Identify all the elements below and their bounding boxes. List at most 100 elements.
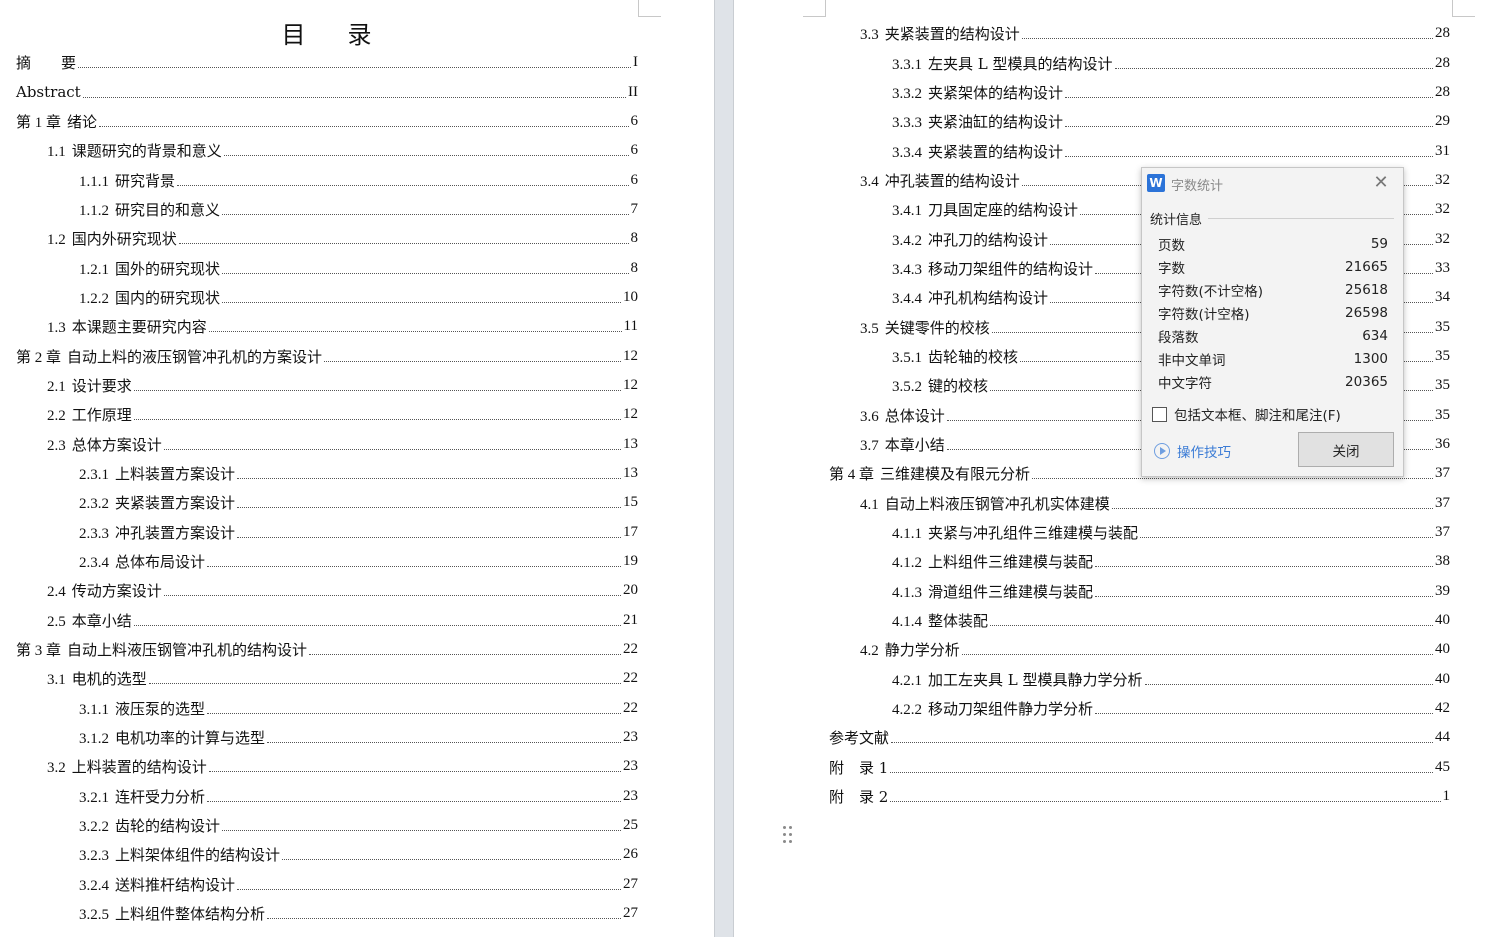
toc-entry-label: 3.4 冲孔装置的结构设计 (860, 170, 1020, 191)
close-icon[interactable]: ✕ (1371, 173, 1391, 193)
toc-entry[interactable]: 1.2 国内外研究现状 8 (16, 224, 638, 253)
drag-handle-icon[interactable] (783, 826, 795, 848)
toc-entry-text: 夹紧与冲孔组件三维建模与装配 (928, 524, 1139, 543)
toc-entry-text: 国内外研究现状 (71, 230, 177, 249)
toc-entry[interactable]: 3.1.2 电机功率的计算与选型 23 (16, 723, 638, 752)
toc-entry[interactable]: 3.3.2 夹紧架体的结构设计 28 (829, 78, 1450, 107)
toc-entry-text: 参考文献 (829, 729, 890, 748)
toc-entry[interactable]: 3.1.1 液压泵的选型 22 (16, 694, 638, 723)
toc-entry-page-number: 22 (623, 670, 638, 687)
toc-entry[interactable]: 3.1 电机的选型 22 (16, 664, 638, 693)
toc-entry-label: Abstract (16, 83, 81, 101)
toc-entry-text: 总体设计 (884, 406, 945, 425)
toc-entry-text: 冲孔装置方案设计 (115, 523, 236, 542)
toc-entry[interactable]: 3.3.4 夹紧装置的结构设计 31 (829, 136, 1450, 165)
statistics-group-header: 统计信息 (1150, 209, 1394, 228)
toc-entry-text: 摘 要 (16, 54, 77, 73)
toc-entry[interactable]: 4.1.3 滑道组件三维建模与装配 39 (829, 577, 1450, 606)
toc-entry-number: 2.3.4 (79, 555, 109, 572)
toc-entry[interactable]: 3.2.3 上料架体组件的结构设计 26 (16, 840, 638, 869)
toc-entry-number: 3.2 (47, 760, 66, 777)
toc-entry[interactable]: 2.2 工作原理 12 (16, 400, 638, 429)
toc-entry[interactable]: Abstract II (16, 77, 638, 106)
toc-entry[interactable]: 1.1.2 研究目的和意义 7 (16, 195, 638, 224)
toc-entry-number: 3.7 (860, 437, 879, 454)
statistic-value: 59 (1370, 235, 1388, 252)
toc-entry[interactable]: 1.2.2 国内的研究现状 10 (16, 283, 638, 312)
toc-entry[interactable]: 第 2 章自动上料的液压钢管冲孔机的方案设计 12 (16, 341, 638, 370)
toc-entry[interactable]: 2.1 设计要求 12 (16, 371, 638, 400)
toc-entry[interactable]: 3.3.1 左夹具 L 型模具的结构设计 28 (829, 48, 1450, 77)
toc-entry-text: 液压泵的选型 (115, 699, 206, 718)
toc-entry[interactable]: 2.3.2 夹紧装置方案设计 15 (16, 488, 638, 517)
toc-entry[interactable]: 2.4 传动方案设计 20 (16, 576, 638, 605)
toc-entry[interactable]: 2.3 总体方案设计 13 (16, 429, 638, 458)
toc-entry[interactable]: 3.2.4 送料推杆结构设计 27 (16, 870, 638, 899)
toc-entry-text: 本章小结 (71, 611, 132, 630)
include-textbox-footnote-option[interactable]: 包括文本框、脚注和尾注(F) (1152, 404, 1341, 424)
dialog-titlebar[interactable]: W 字数统计 ✕ (1142, 168, 1403, 198)
toc-entry[interactable]: 3.2.1 连杆受力分析 23 (16, 782, 638, 811)
toc-entry-page-number: 23 (623, 787, 638, 804)
toc-entry-page-number: 25 (623, 817, 638, 834)
close-button[interactable]: 关闭 (1298, 432, 1394, 467)
toc-entry-label: 4.1.4 整体装配 (892, 610, 988, 631)
toc-entry-text: 研究背景 (115, 171, 176, 190)
toc-entry[interactable]: 3.2.5 上料组件整体结构分析 27 (16, 899, 638, 928)
include-textbox-footnote-label[interactable]: 包括文本框、脚注和尾注(F) (1174, 404, 1341, 424)
toc-entry-label: 2.4 传动方案设计 (47, 580, 162, 601)
toc-entry-page-number: 8 (630, 230, 639, 247)
toc-entry-label: 第 2 章自动上料的液压钢管冲孔机的方案设计 (16, 346, 322, 367)
toc-entry[interactable]: 4.1 自动上料液压钢管冲孔机实体建模 37 (829, 489, 1450, 518)
toc-entry[interactable]: 4.1.2 上料组件三维建模与装配 38 (829, 547, 1450, 576)
toc-entry[interactable]: 第 3 章自动上料液压钢管冲孔机的结构设计 22 (16, 635, 638, 664)
toc-entry[interactable]: 1.2.1 国外的研究现状 8 (16, 253, 638, 282)
toc-entry[interactable]: 附 录 1 45 (829, 753, 1450, 782)
toc-entry[interactable]: 2.5 本章小结 21 (16, 606, 638, 635)
toc-entry[interactable]: 4.1.4 整体装配 40 (829, 606, 1450, 635)
toc-entry-number: 3.2.4 (79, 877, 109, 894)
toc-entry[interactable]: 4.1.1 夹紧与冲孔组件三维建模与装配 37 (829, 518, 1450, 547)
toc-entry[interactable]: 4.2.1 加工左夹具 L 型模具静力学分析 40 (829, 665, 1450, 694)
toc-dot-leader (237, 888, 621, 890)
toc-entry[interactable]: 1.3 本课题主要研究内容 11 (16, 312, 638, 341)
document-page-left: 目录 摘 要 I Abstract II 第 1 章绪论 6 1.1 课题研究的背景和意义 6 1… (0, 0, 714, 937)
table-of-contents-left: 摘 要 I Abstract II 第 1 章绪论 6 1.1 课题研究的背景和意义 6 1.1.… (16, 48, 638, 928)
include-textbox-footnote-checkbox[interactable] (1152, 406, 1167, 422)
toc-entry-text: 电机功率的计算与选型 (115, 729, 266, 748)
statistic-value: 1300 (1353, 350, 1388, 367)
toc-entry-page-number: 35 (1435, 406, 1450, 423)
toc-entry-page-number: 36 (1435, 435, 1450, 452)
toc-entry-label: 3.2.3 上料架体组件的结构设计 (79, 844, 280, 865)
toc-entry-page-number: 23 (623, 758, 638, 775)
toc-entry[interactable]: 参考文献 44 (829, 723, 1450, 752)
operation-tips-link[interactable]: 操作技巧 (1154, 441, 1231, 461)
toc-entry[interactable]: 4.2 静力学分析 40 (829, 635, 1450, 664)
toc-entry-label: 2.1 设计要求 (47, 375, 132, 396)
toc-entry[interactable]: 第 1 章绪论 6 (16, 107, 638, 136)
operation-tips-label[interactable]: 操作技巧 (1177, 441, 1231, 461)
toc-entry-text: 上料组件三维建模与装配 (928, 553, 1094, 572)
toc-entry[interactable]: 摘 要I (16, 48, 638, 77)
toc-entry[interactable]: 2.3.4 总体布局设计 19 (16, 547, 638, 576)
toc-entry-page-number: I (633, 54, 638, 71)
toc-entry-label: 4.2.2 移动刀架组件静力学分析 (892, 698, 1093, 719)
toc-dot-leader (1140, 537, 1433, 539)
toc-entry[interactable]: 2.3.1 上料装置方案设计 13 (16, 459, 638, 488)
toc-entry-label: 1.1.1 研究背景 (79, 170, 175, 191)
toc-entry-number: 3.2.3 (79, 848, 109, 865)
toc-entry[interactable]: 2.3.3 冲孔装置方案设计 17 (16, 518, 638, 547)
toc-entry-label: 3.6 总体设计 (860, 405, 945, 426)
toc-entry[interactable]: 附 录 2 1 (829, 782, 1450, 811)
toc-entry[interactable]: 3.2.2 齿轮的结构设计 25 (16, 811, 638, 840)
statistic-value: 20365 (1345, 373, 1388, 390)
toc-dot-leader (1065, 155, 1433, 157)
toc-entry[interactable]: 3.3 夹紧装置的结构设计 28 (829, 19, 1450, 48)
toc-entry[interactable]: 4.2.2 移动刀架组件静力学分析 42 (829, 694, 1450, 723)
toc-entry-text: 移动刀架组件静力学分析 (928, 700, 1094, 719)
toc-entry[interactable]: 1.1.1 研究背景 6 (16, 165, 638, 194)
toc-entry-label: 2.3.3 冲孔装置方案设计 (79, 522, 235, 543)
toc-entry[interactable]: 1.1 课题研究的背景和意义 6 (16, 136, 638, 165)
toc-entry[interactable]: 3.3.3 夹紧油缸的结构设计 29 (829, 107, 1450, 136)
toc-entry[interactable]: 3.2 上料装置的结构设计 23 (16, 752, 638, 781)
